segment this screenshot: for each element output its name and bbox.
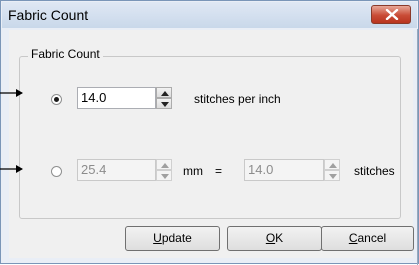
- ok-label: K: [275, 231, 284, 245]
- arrow-up-icon: [329, 163, 337, 168]
- arrow-up-icon: [161, 91, 169, 96]
- mm-input[interactable]: 25.4: [77, 159, 156, 181]
- window-title: Fabric Count: [8, 7, 89, 23]
- close-icon: [385, 9, 399, 20]
- update-button[interactable]: Update: [125, 226, 220, 251]
- ok-button[interactable]: OK: [227, 226, 322, 251]
- title-bar[interactable]: Fabric Count: [2, 2, 417, 28]
- stitches-per-inch-label: stitches per inch: [194, 92, 281, 106]
- arrow-up-icon: [161, 163, 169, 168]
- cancel-label: ancel: [357, 231, 387, 245]
- fabric-count-group: [19, 56, 401, 219]
- mm-label: mm: [183, 164, 203, 178]
- radio-stitches-per-inch[interactable]: [51, 94, 62, 105]
- cancel-button[interactable]: Cancel: [321, 226, 414, 251]
- arrow-down-icon: [161, 102, 169, 107]
- callout-arrow-2: [0, 165, 23, 173]
- spin-down-button[interactable]: [324, 170, 340, 181]
- radio-selected-dot: [54, 97, 59, 102]
- stitches-input[interactable]: 14.0: [244, 159, 324, 181]
- spin-up-button[interactable]: [156, 159, 172, 170]
- mm-spinner[interactable]: [156, 159, 172, 181]
- callout-arrow-1: [0, 89, 23, 97]
- stitches-label: stitches: [354, 164, 395, 178]
- radio-mm-stitches[interactable]: [51, 166, 62, 177]
- spin-up-button[interactable]: [324, 159, 340, 170]
- equals-label: =: [215, 164, 223, 178]
- arrow-down-icon: [161, 174, 169, 179]
- update-label: pdate: [161, 231, 192, 245]
- update-mnemonic: U: [153, 231, 162, 245]
- group-label: Fabric Count: [28, 47, 103, 61]
- ok-mnemonic: O: [265, 231, 276, 245]
- stitches-spinner[interactable]: [324, 159, 340, 181]
- spin-down-button[interactable]: [156, 98, 172, 109]
- spin-down-button[interactable]: [156, 170, 172, 181]
- spin-up-button[interactable]: [156, 87, 172, 98]
- arrow-down-icon: [329, 174, 337, 179]
- close-button[interactable]: [371, 5, 411, 24]
- stitches-per-inch-spinner[interactable]: [156, 87, 172, 109]
- stitches-per-inch-input[interactable]: 14.0: [77, 87, 156, 109]
- window-edge: [417, 29, 418, 265]
